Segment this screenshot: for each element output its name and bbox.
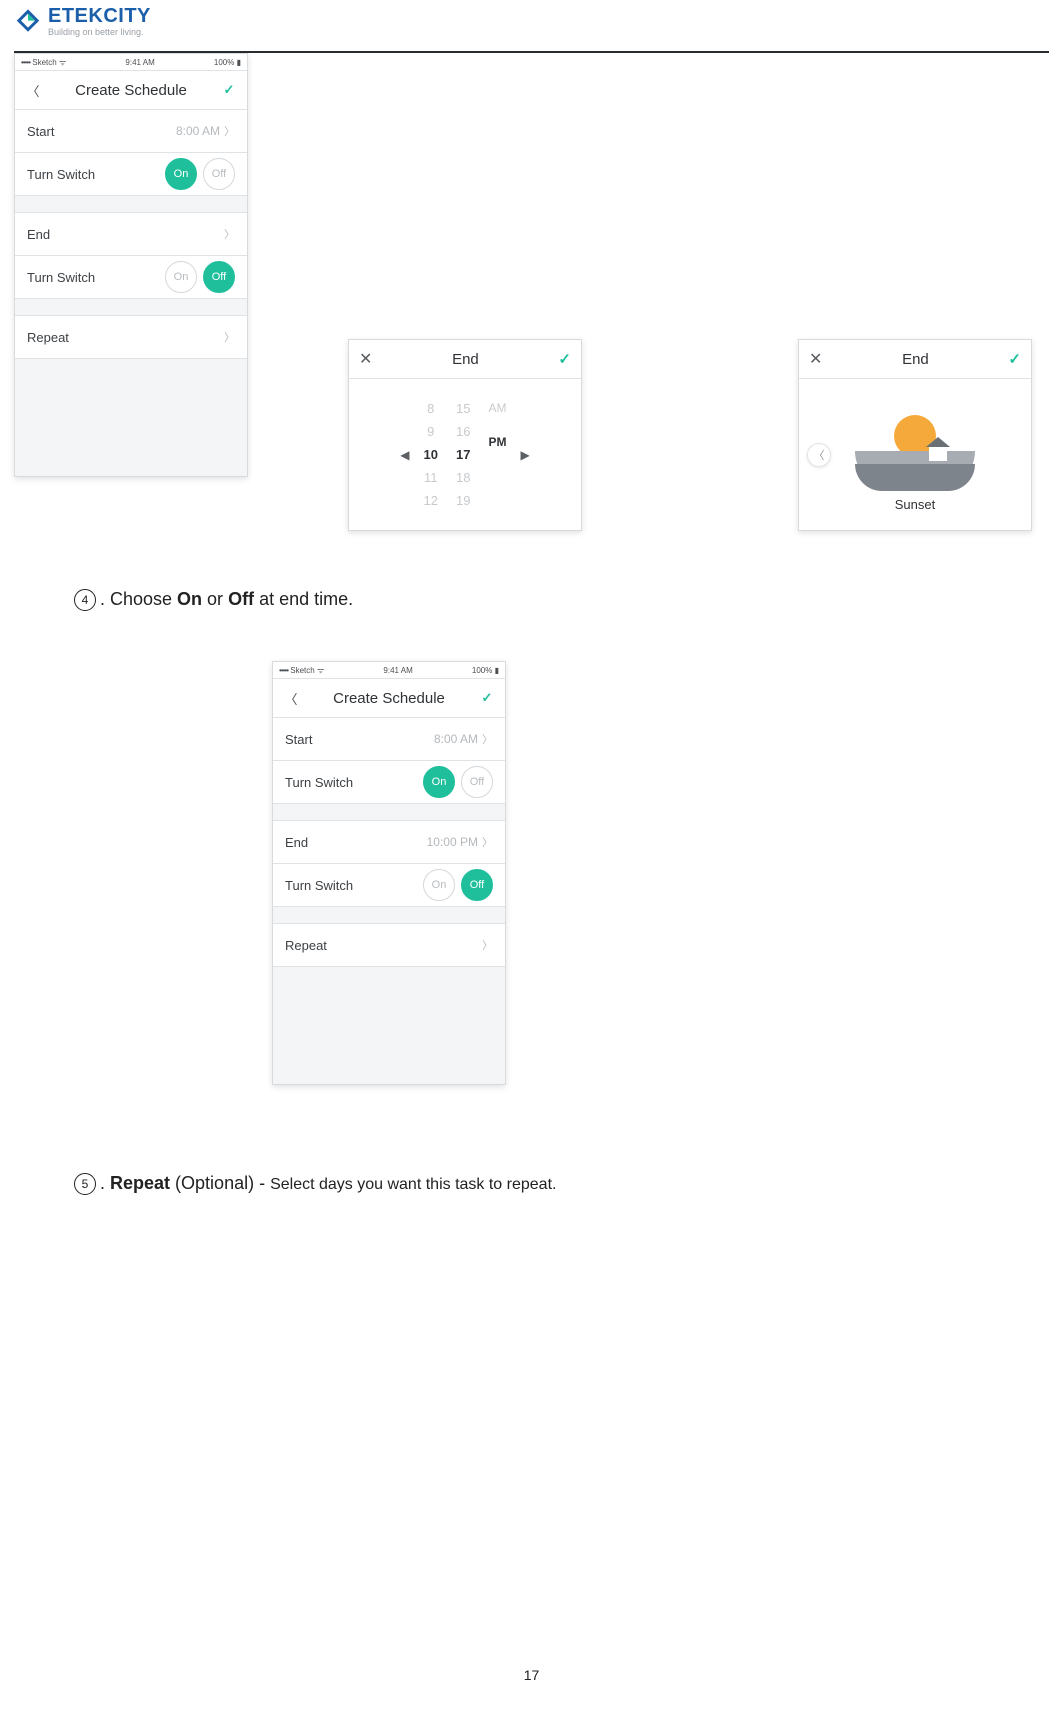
instruction-step-5: 5. Repeat (Optional) - Select days you w… <box>74 1173 556 1195</box>
ampm-column[interactable]: AM PM <box>488 401 506 508</box>
status-bar: ••••• Sketch ᯤ 9:41 AM 100% ▮ <box>273 662 505 679</box>
row-turn-switch-end: Turn Switch On Off <box>273 864 505 907</box>
row-end[interactable]: End 10:00 PM〉 <box>273 821 505 864</box>
chevron-right-icon: 〉 <box>224 123 235 139</box>
page-number: 17 <box>0 1667 1063 1683</box>
page-header: ETEKCITY Building on better living. <box>0 0 1063 47</box>
status-time: 9:41 AM <box>125 58 154 67</box>
close-icon[interactable]: ✕ <box>359 349 372 369</box>
off-button[interactable]: Off <box>461 869 493 901</box>
brand-logo: ETEKCITY Building on better living. <box>14 6 1049 37</box>
off-button[interactable]: Off <box>461 766 493 798</box>
logo-mark-icon <box>14 8 42 36</box>
step-number-icon: 4 <box>74 589 96 611</box>
row-start[interactable]: Start 8:00 AM〉 <box>15 110 247 153</box>
screenshot-create-schedule-1: ••••• Sketch ᯤ 9:41 AM 100% ▮ 〈 Create S… <box>14 53 248 477</box>
confirm-icon[interactable]: ✓ <box>558 350 571 368</box>
dialog-end-time-picker: ✕ End ✓ ◀ 8 9 10 11 12 15 16 <box>348 339 582 531</box>
nav-bar: 〈 Create Schedule ✓ <box>273 679 505 718</box>
brand-tagline: Building on better living. <box>48 28 151 37</box>
back-icon[interactable]: 〈 <box>25 81 41 100</box>
chevron-right-icon: 〉 <box>482 834 493 850</box>
on-button[interactable]: On <box>165 158 197 190</box>
confirm-icon[interactable]: ✓ <box>479 690 495 706</box>
chevron-right-icon: 〉 <box>224 329 235 345</box>
time-spinner[interactable]: ◀ 8 9 10 11 12 15 16 17 18 19 <box>400 401 529 508</box>
confirm-icon[interactable]: ✓ <box>1008 350 1021 368</box>
row-repeat[interactable]: Repeat 〉 <box>15 316 247 359</box>
back-icon[interactable]: 〈 <box>283 689 299 708</box>
row-end[interactable]: End 〉 <box>15 213 247 256</box>
brand-name: ETEKCITY <box>48 6 151 26</box>
off-button[interactable]: Off <box>203 158 235 190</box>
on-button[interactable]: On <box>423 766 455 798</box>
minute-column[interactable]: 15 16 17 18 19 <box>456 401 470 508</box>
status-bar: ••••• Sketch ᯤ 9:41 AM 100% ▮ <box>15 54 247 71</box>
dialog-end-sunset: ✕ End ✓ 〈 Sunset <box>798 339 1032 531</box>
sunset-icon <box>855 401 975 491</box>
nav-bar: 〈 Create Schedule ✓ <box>15 71 247 110</box>
on-button[interactable]: On <box>423 869 455 901</box>
confirm-icon[interactable]: ✓ <box>221 82 237 98</box>
chevron-right-icon: 〉 <box>482 731 493 747</box>
off-button[interactable]: Off <box>203 261 235 293</box>
row-start[interactable]: Start 8:00 AM〉 <box>273 718 505 761</box>
next-arrow-icon[interactable]: ▶ <box>520 448 529 462</box>
row-turn-switch-start: Turn Switch On Off <box>273 761 505 804</box>
hour-column[interactable]: 8 9 10 11 12 <box>424 401 438 508</box>
status-time: 9:41 AM <box>383 666 412 675</box>
section-gap <box>15 299 247 316</box>
row-turn-switch-start: Turn Switch On Off <box>15 153 247 196</box>
chevron-right-icon: 〉 <box>482 937 493 953</box>
chevron-right-icon: 〉 <box>224 226 235 242</box>
screenshot-create-schedule-2: ••••• Sketch ᯤ 9:41 AM 100% ▮ 〈 Create S… <box>272 661 506 1085</box>
page-title: Create Schedule <box>299 690 479 707</box>
dialog-title: End <box>372 351 558 368</box>
dialog-title: End <box>822 351 1008 368</box>
row-turn-switch-end: Turn Switch On Off <box>15 256 247 299</box>
page-title: Create Schedule <box>41 82 221 99</box>
on-button[interactable]: On <box>165 261 197 293</box>
section-gap <box>15 196 247 213</box>
instruction-step-4: 4. Choose On or Off at end time. <box>74 589 353 611</box>
section-gap <box>273 804 505 821</box>
close-icon[interactable]: ✕ <box>809 349 822 369</box>
step-number-icon: 5 <box>74 1173 96 1195</box>
prev-arrow-icon[interactable]: ◀ <box>400 448 409 462</box>
section-gap <box>273 907 505 924</box>
row-repeat[interactable]: Repeat 〉 <box>273 924 505 967</box>
sunset-label: Sunset <box>895 497 935 512</box>
